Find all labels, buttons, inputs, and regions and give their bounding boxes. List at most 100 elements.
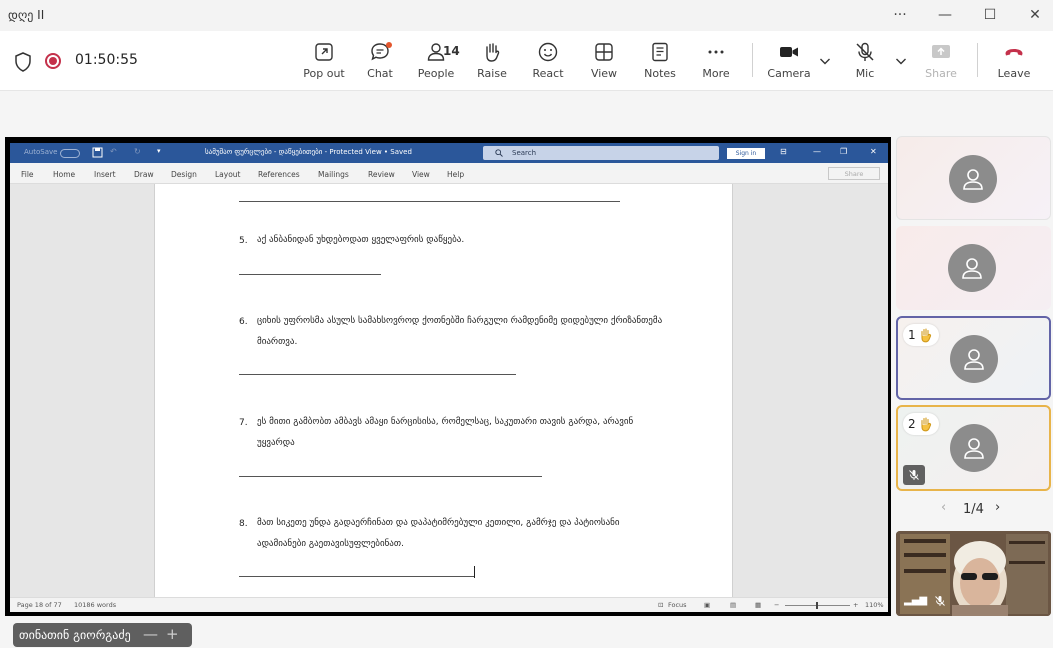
- participant-tile[interactable]: [896, 136, 1051, 220]
- focus-mode-button[interactable]: Focus: [668, 601, 687, 609]
- word-close-button[interactable]: ✕: [870, 147, 877, 156]
- minimize-share-button[interactable]: —: [143, 625, 158, 643]
- print-layout-icon[interactable]: ▤: [730, 601, 736, 609]
- answer-line: [239, 274, 381, 275]
- word-title-bar: AutoSave ↶ ↻ ▾ სამუშაო ფურცლები - დაწყებ…: [10, 143, 888, 163]
- presenter-name: თინათინ გიორგაძე: [19, 628, 131, 642]
- leave-button[interactable]: Leave: [986, 41, 1042, 87]
- chat-label: Chat: [367, 67, 393, 80]
- people-button[interactable]: 14 People: [408, 41, 464, 87]
- answer-line: [239, 374, 516, 375]
- maximize-button[interactable]: ☐: [975, 4, 1005, 26]
- tab-insert[interactable]: Insert: [94, 170, 116, 179]
- answer-line: [239, 476, 542, 477]
- tab-home[interactable]: Home: [53, 170, 75, 179]
- tab-file[interactable]: File: [21, 170, 34, 179]
- notes-icon: [652, 42, 668, 62]
- word-share-button[interactable]: Share: [828, 167, 880, 180]
- raise-label: Raise: [477, 67, 507, 80]
- react-button[interactable]: React: [520, 41, 576, 87]
- next-page-chevron-icon[interactable]: ›: [995, 500, 1000, 515]
- zoom-out-icon[interactable]: −: [774, 601, 779, 609]
- mic-off-icon: [909, 470, 919, 480]
- search-placeholder: Search: [512, 149, 537, 157]
- zoom-slider-thumb[interactable]: [816, 602, 818, 609]
- raised-hand-badge: 1: [903, 324, 939, 346]
- word-status-bar: Page 18 of 77 10186 words ⊡ Focus ▣ ▤ ▦ …: [10, 597, 888, 612]
- expand-share-button[interactable]: +: [166, 625, 179, 643]
- react-label: React: [532, 67, 564, 80]
- raise-hand-button[interactable]: Raise: [464, 41, 520, 87]
- avatar: [950, 335, 998, 383]
- people-label: People: [417, 67, 455, 80]
- chat-button[interactable]: Chat: [352, 41, 408, 87]
- search-icon: [495, 149, 503, 157]
- autosave-toggle[interactable]: [60, 149, 80, 158]
- quick-access-chevron-icon[interactable]: ▾: [157, 147, 161, 155]
- minimize-button[interactable]: —: [930, 4, 960, 26]
- tab-references[interactable]: References: [258, 170, 300, 179]
- undo-icon[interactable]: ↶: [110, 147, 117, 156]
- mic-options-chevron-icon[interactable]: [893, 53, 909, 69]
- close-button[interactable]: ✕: [1020, 4, 1050, 26]
- word-ribbon-tabs: File Home Insert Draw Design Layout Refe…: [10, 163, 888, 184]
- view-label: View: [590, 67, 618, 80]
- redo-icon[interactable]: ↻: [134, 147, 141, 156]
- zoom-level: 110%: [865, 601, 884, 609]
- save-icon[interactable]: [92, 147, 103, 158]
- muted-badge: [903, 465, 925, 485]
- tab-view[interactable]: View: [412, 170, 430, 179]
- title-bar: დღე II ··· — ☐ ✕: [0, 0, 1053, 31]
- tab-draw[interactable]: Draw: [134, 170, 154, 179]
- share-button[interactable]: Share: [913, 41, 969, 87]
- tab-review[interactable]: Review: [368, 170, 395, 179]
- share-screen-icon: [932, 45, 950, 58]
- focus-mode-icon[interactable]: ⊡: [658, 601, 663, 609]
- more-button[interactable]: More: [688, 41, 744, 87]
- window-title: დღე II: [8, 8, 45, 22]
- camera-button[interactable]: Camera: [761, 41, 817, 87]
- participant-tile-hand-raised[interactable]: 1: [896, 316, 1051, 400]
- more-options-button[interactable]: ···: [885, 4, 915, 26]
- participant-pager: ‹ 1/4 ›: [896, 500, 1051, 520]
- word-restore-button[interactable]: ❐: [840, 147, 847, 156]
- people-count: 14: [443, 44, 460, 58]
- toolbar-divider: [752, 43, 753, 77]
- participant-tile[interactable]: [896, 226, 1051, 310]
- notes-label: Notes: [644, 67, 676, 80]
- notes-button[interactable]: Notes: [632, 41, 688, 87]
- read-mode-icon[interactable]: ▣: [704, 601, 710, 609]
- tab-mailings[interactable]: Mailings: [318, 170, 349, 179]
- hand-order: 1: [908, 328, 916, 342]
- shield-icon[interactable]: [14, 52, 32, 72]
- word-minimize-button[interactable]: —: [813, 147, 821, 156]
- ribbon-display-icon[interactable]: ⊟: [780, 147, 787, 156]
- word-search-box[interactable]: Search: [483, 146, 719, 160]
- person-icon: [963, 169, 983, 190]
- participant-video-tile[interactable]: ▂▄▆: [896, 531, 1051, 616]
- meeting-toolbar: 01:50:55 Pop out Chat 14 People Raise Re…: [0, 31, 1053, 91]
- share-label: Share: [925, 67, 957, 80]
- view-button[interactable]: View: [576, 41, 632, 87]
- document-page[interactable]: 5. აქ ანბანიდან უხდებოდათ ყველაფრის დაწყ…: [154, 184, 733, 597]
- camera-icon: [780, 47, 798, 57]
- meeting-timer: 01:50:55: [75, 52, 138, 68]
- sign-in-button[interactable]: Sign in: [727, 148, 765, 159]
- camera-label: Camera: [767, 67, 811, 80]
- web-layout-icon[interactable]: ▦: [755, 601, 761, 609]
- avatar: [948, 244, 996, 292]
- tab-layout[interactable]: Layout: [215, 170, 241, 179]
- camera-options-chevron-icon[interactable]: [817, 53, 833, 69]
- presenter-name-bar: თინათინ გიორგაძე — +: [13, 623, 192, 647]
- mic-button[interactable]: Mic: [837, 41, 893, 87]
- zoom-in-icon[interactable]: +: [853, 601, 858, 609]
- popout-button[interactable]: Pop out: [296, 41, 352, 87]
- previous-page-chevron-icon[interactable]: ‹: [941, 500, 946, 515]
- tab-help[interactable]: Help: [447, 170, 464, 179]
- participant-tile-hand-raised[interactable]: 2: [896, 405, 1051, 491]
- document-title: სამუშაო ფურცლები - დაწყებითები - Protect…: [205, 148, 412, 156]
- page-indicator: Page 18 of 77: [17, 601, 62, 609]
- raised-hand-icon: [921, 417, 931, 432]
- tab-design[interactable]: Design: [171, 170, 197, 179]
- avatar: [949, 155, 997, 203]
